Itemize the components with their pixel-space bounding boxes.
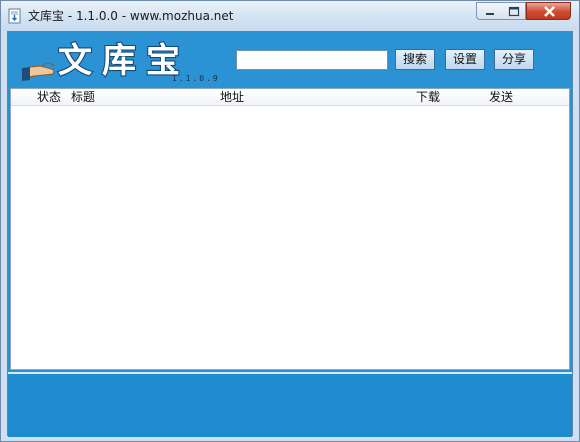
search-button[interactable]: 搜索 <box>395 49 435 70</box>
column-header-download[interactable]: 下载 <box>416 89 440 105</box>
status-bar <box>8 372 572 437</box>
hand-icon <box>21 62 55 81</box>
search-input[interactable] <box>236 50 388 70</box>
column-header-address[interactable]: 地址 <box>220 89 244 105</box>
column-header-send[interactable]: 发送 <box>489 89 513 105</box>
close-icon <box>544 6 555 17</box>
maximize-icon <box>508 6 520 17</box>
minimize-icon <box>486 13 494 15</box>
close-button[interactable] <box>526 2 571 20</box>
settings-button[interactable]: 设置 <box>445 49 485 70</box>
column-header-status[interactable]: 状态 <box>37 89 61 105</box>
header-band: 文库宝 1.1.0.9 搜索 设置 分享 <box>8 32 572 88</box>
main-panel: 文库宝 1.1.0.9 搜索 设置 分享 状态 标题 地址 下载 发送 <box>7 31 573 437</box>
list-header: 状态 标题 地址 下载 发送 <box>11 89 569 106</box>
share-button[interactable]: 分享 <box>494 49 534 70</box>
app-window: 文库宝 - 1.1.0.0 - www.mozhua.net 文库宝 1.1.0… <box>0 0 580 442</box>
version-label: 1.1.0.9 <box>172 74 220 83</box>
column-header-title[interactable]: 标题 <box>71 89 95 105</box>
minimize-button[interactable] <box>476 2 502 20</box>
window-title: 文库宝 - 1.1.0.0 - www.mozhua.net <box>28 9 234 23</box>
maximize-button[interactable] <box>501 2 526 20</box>
document-list[interactable]: 状态 标题 地址 下载 发送 <box>10 88 570 370</box>
document-download-icon <box>8 8 21 24</box>
title-bar[interactable]: 文库宝 - 1.1.0.0 - www.mozhua.net <box>1 1 579 31</box>
logo-text: 文库宝 <box>58 41 190 81</box>
